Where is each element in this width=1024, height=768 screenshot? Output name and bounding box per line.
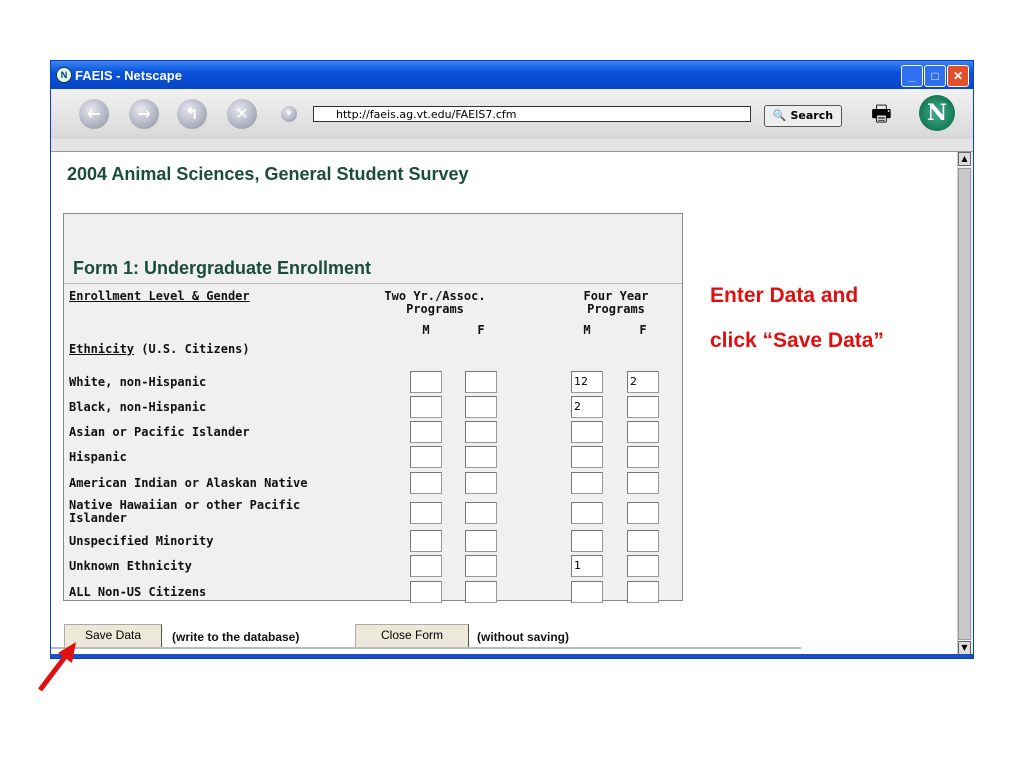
- divider: [51, 647, 801, 649]
- netscape-icon: N: [56, 67, 72, 83]
- divider: [64, 283, 682, 284]
- enrollment-input[interactable]: [465, 530, 497, 552]
- enrollment-input[interactable]: [571, 421, 603, 443]
- row-label: Asian or Pacific Islander: [69, 425, 250, 439]
- search-button[interactable]: 🔍 Search: [764, 105, 842, 127]
- magnifier-icon: 🔍: [772, 109, 787, 122]
- search-label: Search: [790, 109, 834, 122]
- forward-icon[interactable]: →: [129, 99, 159, 129]
- browser-window: N FAEIS - Netscape _ □ ✕ ← → ↰ ✕ ▾ http:…: [50, 60, 974, 659]
- enrollment-input[interactable]: [571, 581, 603, 603]
- save-note: (write to the database): [172, 630, 300, 644]
- annotation-line-1: Enter Data and: [710, 284, 859, 307]
- header-line: Programs: [587, 302, 645, 316]
- enrollment-input[interactable]: [627, 446, 659, 468]
- enrollment-input[interactable]: [627, 502, 659, 524]
- red-arrow-icon: [38, 642, 76, 692]
- print-icon[interactable]: 🖶: [871, 97, 892, 135]
- male-header: M: [583, 323, 591, 337]
- male-header: M: [422, 323, 430, 337]
- scroll-up-icon[interactable]: ▲: [958, 152, 971, 166]
- row-label: Unknown Ethnicity: [69, 559, 192, 573]
- ethnicity-heading: Ethnicity (U.S. Citizens): [69, 343, 319, 356]
- enrollment-input[interactable]: [410, 472, 442, 494]
- row-label: White, non-Hispanic: [69, 375, 207, 389]
- enrollment-input[interactable]: 1: [571, 555, 603, 577]
- row-label: Unspecified Minority: [69, 534, 214, 548]
- enrollment-input[interactable]: [410, 371, 442, 393]
- column-label: Enrollment Level & Gender: [69, 289, 250, 303]
- enrollment-input[interactable]: [627, 530, 659, 552]
- tab-bar: [51, 139, 973, 152]
- row-label: ALL Non-US Citizens: [69, 585, 207, 599]
- enrollment-input[interactable]: [465, 371, 497, 393]
- enrollment-input[interactable]: [410, 581, 442, 603]
- enrollment-input[interactable]: [410, 396, 442, 418]
- close-window-button[interactable]: ✕: [947, 65, 969, 87]
- enrollment-input[interactable]: [465, 396, 497, 418]
- enrollment-input[interactable]: [465, 446, 497, 468]
- ethnicity-suffix: (U.S. Citizens): [134, 342, 250, 356]
- enrollment-input[interactable]: 2: [571, 396, 603, 418]
- enrollment-input[interactable]: 2: [627, 371, 659, 393]
- four-year-header: Four Year Programs: [556, 290, 676, 316]
- enrollment-input[interactable]: [465, 502, 497, 524]
- enrollment-input[interactable]: [627, 581, 659, 603]
- netscape-logo-icon: N: [919, 95, 955, 131]
- close-form-button[interactable]: Close Form: [355, 624, 469, 648]
- enrollment-input[interactable]: 12: [571, 371, 603, 393]
- enrollment-input[interactable]: [410, 555, 442, 577]
- enrollment-input[interactable]: [571, 472, 603, 494]
- enrollment-input[interactable]: [627, 472, 659, 494]
- enrollment-input[interactable]: [410, 502, 442, 524]
- window-title: FAEIS - Netscape: [75, 68, 182, 83]
- enrollment-input[interactable]: [627, 396, 659, 418]
- enrollment-input[interactable]: [410, 530, 442, 552]
- page-title: 2004 Animal Sciences, General Student Su…: [67, 164, 469, 184]
- enrollment-input[interactable]: [627, 421, 659, 443]
- enrollment-input[interactable]: [627, 555, 659, 577]
- url-input[interactable]: http://faeis.ag.vt.edu/FAEIS7.cfm: [313, 106, 751, 122]
- history-dropdown-icon[interactable]: ▾: [281, 106, 297, 122]
- row-label: Hispanic: [69, 450, 127, 464]
- enrollment-input[interactable]: [465, 472, 497, 494]
- enrollment-input[interactable]: [465, 421, 497, 443]
- header-line: Programs: [406, 302, 464, 316]
- title-bar: N FAEIS - Netscape _ □ ✕: [51, 61, 973, 89]
- female-header: F: [477, 323, 485, 337]
- enrollment-input[interactable]: [571, 530, 603, 552]
- toolbar: ← → ↰ ✕ ▾ http://faeis.ag.vt.edu/FAEIS7.…: [51, 89, 973, 139]
- ethnicity-label: Ethnicity: [69, 342, 135, 356]
- two-year-header: Two Yr./Assoc. Programs: [380, 290, 490, 316]
- minimize-button[interactable]: _: [901, 65, 923, 87]
- stop-icon[interactable]: ✕: [227, 99, 257, 129]
- row-label: American Indian or Alaskan Native: [69, 476, 308, 490]
- status-bar: [50, 654, 973, 658]
- row-label: Native Hawaiian or other Pacific Islande…: [69, 498, 301, 525]
- enrollment-input[interactable]: [465, 555, 497, 577]
- form-title: Form 1: Undergraduate Enrollment: [73, 258, 372, 278]
- enrollment-form: Form 1: Undergraduate Enrollment Enrollm…: [63, 213, 683, 603]
- scrollbar-thumb[interactable]: [958, 168, 971, 640]
- enrollment-input[interactable]: [465, 581, 497, 603]
- enrollment-input[interactable]: [571, 446, 603, 468]
- enrollment-input[interactable]: [410, 446, 442, 468]
- enrollment-input[interactable]: [571, 502, 603, 524]
- reload-icon[interactable]: ↰: [177, 99, 207, 129]
- enrollment-input[interactable]: [410, 421, 442, 443]
- female-header: F: [639, 323, 647, 337]
- back-icon[interactable]: ←: [79, 99, 109, 129]
- close-note: (without saving): [477, 630, 569, 644]
- row-label: Black, non-Hispanic: [69, 400, 207, 414]
- scroll-down-icon[interactable]: ▼: [958, 641, 971, 655]
- annotation-line-2: click “Save Data”: [710, 329, 884, 352]
- maximize-button[interactable]: □: [924, 65, 946, 87]
